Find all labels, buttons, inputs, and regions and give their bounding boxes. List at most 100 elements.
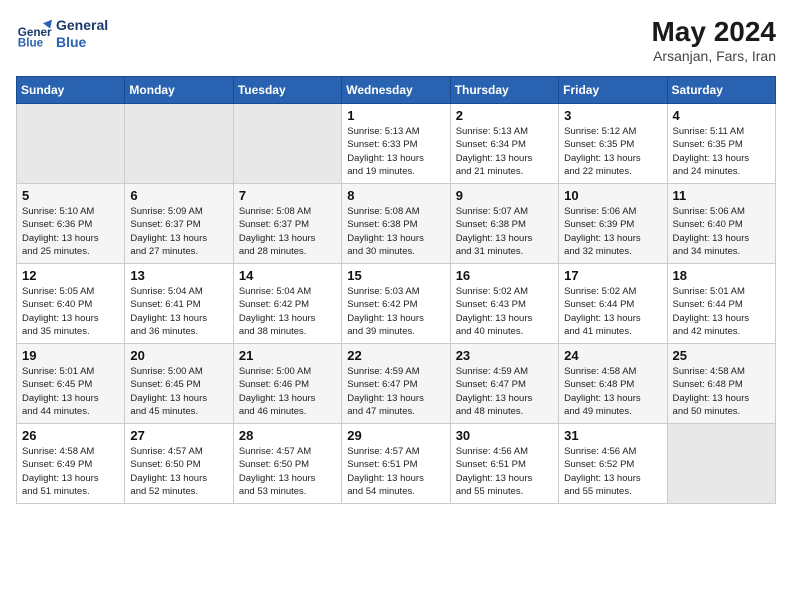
calendar-cell: 5Sunrise: 5:10 AMSunset: 6:36 PMDaylight… [17, 184, 125, 264]
header-sunday: Sunday [17, 77, 125, 104]
day-number: 29 [347, 428, 444, 443]
day-number: 9 [456, 188, 553, 203]
calendar-cell: 23 Sunrise: 4:59 AMSunset: 6:47 PMDayligh… [450, 344, 558, 424]
header-friday: Friday [559, 77, 667, 104]
page-header: General Blue General Blue May 2024 Arsan… [16, 16, 776, 64]
day-info: Sunrise: 5:06 AMSunset: 6:40 PMDaylight:… [673, 205, 770, 258]
calendar-cell: 22Sunrise: 4:59 AMSunset: 6:47 PMDayligh… [342, 344, 450, 424]
day-info: Sunrise: 5:08 AMSunset: 6:38 PMDaylight:… [347, 205, 444, 258]
day-number: 19 [22, 348, 119, 363]
day-info: Sunrise: 5:12 AMSunset: 6:35 PMDaylight:… [564, 125, 661, 178]
calendar-cell [17, 104, 125, 184]
calendar-cell: 21Sunrise: 5:00 AMSunset: 6:46 PMDayligh… [233, 344, 341, 424]
header-tuesday: Tuesday [233, 77, 341, 104]
day-info: Sunrise: 5:13 AMSunset: 6:34 PMDaylight:… [456, 125, 553, 178]
day-info: Sunrise: 4:58 AMSunset: 6:48 PMDaylight:… [673, 365, 770, 418]
day-info: Sunrise: 5:01 AMSunset: 6:44 PMDaylight:… [673, 285, 770, 338]
day-number: 27 [130, 428, 227, 443]
calendar-cell: 11Sunrise: 5:06 AMSunset: 6:40 PMDayligh… [667, 184, 775, 264]
calendar-cell: 18 Sunrise: 5:01 AMSunset: 6:44 PMDayligh… [667, 264, 775, 344]
calendar-cell: 30Sunrise: 4:56 AMSunset: 6:51 PMDayligh… [450, 424, 558, 504]
header-monday: Monday [125, 77, 233, 104]
header-row: SundayMondayTuesdayWednesdayThursdayFrid… [17, 77, 776, 104]
svg-text:Blue: Blue [18, 37, 44, 50]
day-number: 13 [130, 268, 227, 283]
day-number: 8 [347, 188, 444, 203]
day-info: Sunrise: 5:04 AMSunset: 6:42 PMDaylight:… [239, 285, 336, 338]
calendar-cell: 16 Sunrise: 5:02 AMSunset: 6:43 PMDayligh… [450, 264, 558, 344]
day-number: 2 [456, 108, 553, 123]
day-info: Sunrise: 5:02 AMSunset: 6:43 PMDaylight:… [456, 285, 553, 338]
calendar-cell: 17 Sunrise: 5:02 AMSunset: 6:44 PMDayligh… [559, 264, 667, 344]
title-block: May 2024 Arsanjan, Fars, Iran [651, 16, 776, 64]
location-subtitle: Arsanjan, Fars, Iran [651, 48, 776, 64]
day-number: 16 [456, 268, 553, 283]
day-number: 6 [130, 188, 227, 203]
calendar-cell: 29 Sunrise: 4:57 AMSunset: 6:51 PMDayligh… [342, 424, 450, 504]
calendar-cell [233, 104, 341, 184]
day-info: Sunrise: 4:59 AMSunset: 6:47 PMDaylight:… [347, 365, 444, 418]
header-saturday: Saturday [667, 77, 775, 104]
day-number: 25 [673, 348, 770, 363]
day-info: Sunrise: 4:56 AMSunset: 6:51 PMDaylight:… [456, 445, 553, 498]
day-number: 14 [239, 268, 336, 283]
calendar-cell: 8 Sunrise: 5:08 AMSunset: 6:38 PMDaylight… [342, 184, 450, 264]
calendar-cell: 31Sunrise: 4:56 AMSunset: 6:52 PMDayligh… [559, 424, 667, 504]
day-number: 31 [564, 428, 661, 443]
week-row-1: 1Sunrise: 5:13 AMSunset: 6:33 PMDaylight… [17, 104, 776, 184]
day-info: Sunrise: 5:13 AMSunset: 6:33 PMDaylight:… [347, 125, 444, 178]
calendar-cell: 3Sunrise: 5:12 AMSunset: 6:35 PMDaylight… [559, 104, 667, 184]
day-info: Sunrise: 5:02 AMSunset: 6:44 PMDaylight:… [564, 285, 661, 338]
day-info: Sunrise: 5:09 AMSunset: 6:37 PMDaylight:… [130, 205, 227, 258]
day-number: 18 [673, 268, 770, 283]
calendar-header: SundayMondayTuesdayWednesdayThursdayFrid… [17, 77, 776, 104]
day-number: 17 [564, 268, 661, 283]
calendar-cell: 4 Sunrise: 5:11 AMSunset: 6:35 PMDaylight… [667, 104, 775, 184]
calendar-cell: 20Sunrise: 5:00 AMSunset: 6:45 PMDayligh… [125, 344, 233, 424]
day-number: 4 [673, 108, 770, 123]
day-info: Sunrise: 4:58 AMSunset: 6:49 PMDaylight:… [22, 445, 119, 498]
header-thursday: Thursday [450, 77, 558, 104]
calendar-table: SundayMondayTuesdayWednesdayThursdayFrid… [16, 76, 776, 504]
day-info: Sunrise: 4:57 AMSunset: 6:50 PMDaylight:… [130, 445, 227, 498]
day-number: 26 [22, 428, 119, 443]
week-row-4: 19 Sunrise: 5:01 AMSunset: 6:45 PMDayligh… [17, 344, 776, 424]
calendar-cell: 7 Sunrise: 5:08 AMSunset: 6:37 PMDaylight… [233, 184, 341, 264]
day-info: Sunrise: 4:57 AMSunset: 6:50 PMDaylight:… [239, 445, 336, 498]
calendar-cell: 12Sunrise: 5:05 AMSunset: 6:40 PMDayligh… [17, 264, 125, 344]
calendar-cell: 27 Sunrise: 4:57 AMSunset: 6:50 PMDayligh… [125, 424, 233, 504]
day-number: 21 [239, 348, 336, 363]
day-info: Sunrise: 5:08 AMSunset: 6:37 PMDaylight:… [239, 205, 336, 258]
day-info: Sunrise: 5:03 AMSunset: 6:42 PMDaylight:… [347, 285, 444, 338]
day-number: 10 [564, 188, 661, 203]
day-info: Sunrise: 4:59 AMSunset: 6:47 PMDaylight:… [456, 365, 553, 418]
header-wednesday: Wednesday [342, 77, 450, 104]
day-number: 7 [239, 188, 336, 203]
day-number: 28 [239, 428, 336, 443]
day-info: Sunrise: 5:01 AMSunset: 6:45 PMDaylight:… [22, 365, 119, 418]
calendar-cell: 13 Sunrise: 5:04 AMSunset: 6:41 PMDayligh… [125, 264, 233, 344]
day-number: 23 [456, 348, 553, 363]
month-year-title: May 2024 [651, 16, 776, 48]
logo: General Blue General Blue [16, 16, 108, 52]
day-info: Sunrise: 4:58 AMSunset: 6:48 PMDaylight:… [564, 365, 661, 418]
calendar-cell: 2 Sunrise: 5:13 AMSunset: 6:34 PMDaylight… [450, 104, 558, 184]
calendar-cell: 15Sunrise: 5:03 AMSunset: 6:42 PMDayligh… [342, 264, 450, 344]
day-info: Sunrise: 4:57 AMSunset: 6:51 PMDaylight:… [347, 445, 444, 498]
week-row-5: 26 Sunrise: 4:58 AMSunset: 6:49 PMDayligh… [17, 424, 776, 504]
calendar-cell: 25 Sunrise: 4:58 AMSunset: 6:48 PMDayligh… [667, 344, 775, 424]
day-info: Sunrise: 5:05 AMSunset: 6:40 PMDaylight:… [22, 285, 119, 338]
calendar-cell: 6 Sunrise: 5:09 AMSunset: 6:37 PMDaylight… [125, 184, 233, 264]
day-number: 5 [22, 188, 119, 203]
calendar-cell: 14 Sunrise: 5:04 AMSunset: 6:42 PMDayligh… [233, 264, 341, 344]
day-info: Sunrise: 5:07 AMSunset: 6:38 PMDaylight:… [456, 205, 553, 258]
day-info: Sunrise: 5:04 AMSunset: 6:41 PMDaylight:… [130, 285, 227, 338]
calendar-cell: 28 Sunrise: 4:57 AMSunset: 6:50 PMDayligh… [233, 424, 341, 504]
day-info: Sunrise: 5:11 AMSunset: 6:35 PMDaylight:… [673, 125, 770, 178]
calendar-cell: 10Sunrise: 5:06 AMSunset: 6:39 PMDayligh… [559, 184, 667, 264]
day-number: 24 [564, 348, 661, 363]
calendar-cell: 26 Sunrise: 4:58 AMSunset: 6:49 PMDayligh… [17, 424, 125, 504]
calendar-cell: 9 Sunrise: 5:07 AMSunset: 6:38 PMDaylight… [450, 184, 558, 264]
logo-text-general: General [56, 17, 108, 34]
logo-icon: General Blue [16, 16, 52, 52]
